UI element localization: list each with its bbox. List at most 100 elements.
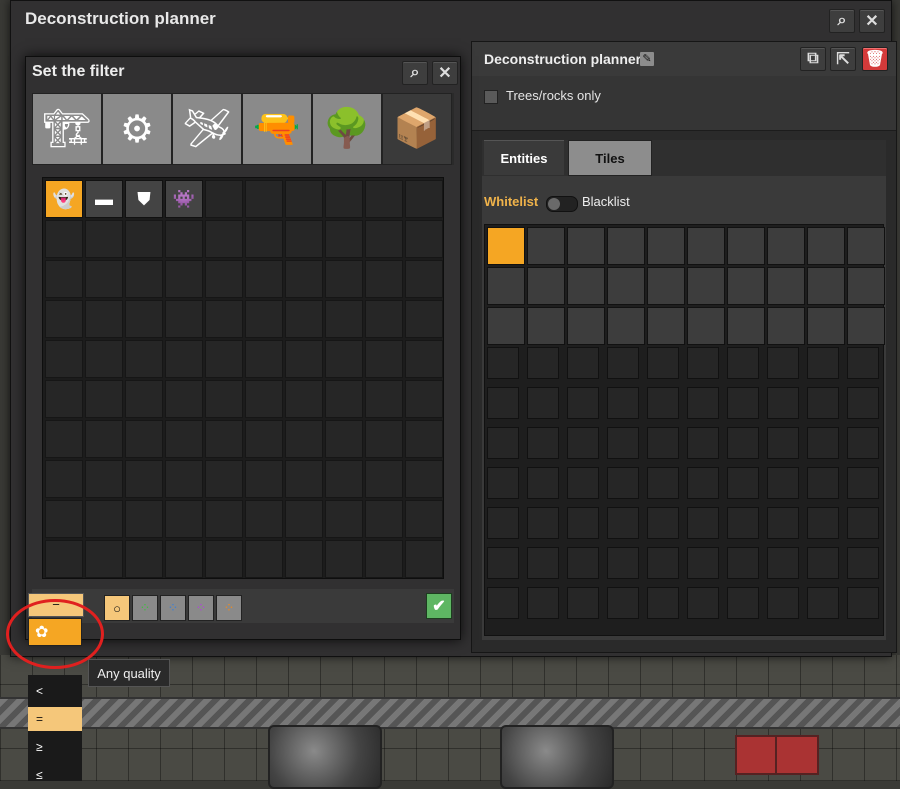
entity-filter-slot[interactable] [567,467,599,499]
entity-filter-slot[interactable] [847,547,879,579]
entity-filter-slot[interactable] [687,507,719,539]
combat-category[interactable]: 🔫 [242,93,312,165]
entity-filter-slot[interactable] [487,267,525,305]
entity-filter-slot[interactable] [807,387,839,419]
entity-filter-slot[interactable] [567,387,599,419]
entity-filter-slot[interactable] [847,347,879,379]
search-icon[interactable]: ⌕ [402,61,428,85]
quality-rare-icon[interactable]: ⁘ [160,595,186,621]
tab-entities[interactable]: Entities [484,140,564,175]
entity-filter-slot[interactable] [647,267,685,305]
entity-filter-slot[interactable] [647,427,679,459]
entity-filter-slot[interactable] [527,507,559,539]
tab-tiles[interactable]: Tiles [568,140,652,176]
unsorted-category[interactable]: 📦 [382,93,452,165]
entity-filter-slot[interactable] [767,347,799,379]
entity-filter-slot[interactable] [607,387,639,419]
entity-filter-slot[interactable] [487,347,519,379]
entity-filter-slot[interactable] [487,227,525,265]
search-icon[interactable]: ⌕ [829,9,855,33]
quality-normal-icon[interactable]: ○ [104,595,130,621]
trash-icon[interactable]: 🗑 [862,47,888,71]
tile-ghost-item[interactable]: 👾 [165,180,203,218]
entity-filter-slot[interactable] [527,267,565,305]
environment-category[interactable]: 🌳 [312,93,382,165]
confirm-button[interactable]: ✔ [426,593,452,619]
entity-filter-slot[interactable] [647,347,679,379]
entity-filter-slot[interactable] [807,267,845,305]
entity-filter-slot[interactable] [807,307,845,345]
item-on-ground[interactable]: ▬ [85,180,123,218]
entity-filter-slot[interactable] [487,507,519,539]
entity-filter-slot[interactable] [487,387,519,419]
entity-filter-slot[interactable] [727,307,765,345]
entity-filter-slot[interactable] [687,267,725,305]
entity-filter-slot[interactable] [767,507,799,539]
comparator-option[interactable]: ≥ [28,735,82,759]
entity-filter-slot[interactable] [727,347,759,379]
quality-uncommon-icon[interactable]: ⁘ [132,595,158,621]
entity-filter-slot[interactable] [527,467,559,499]
entity-filter-slot[interactable] [527,427,559,459]
entity-filter-slot[interactable] [647,547,679,579]
entity-filter-slot[interactable] [647,387,679,419]
entity-filter-slot[interactable] [527,387,559,419]
entity-filter-slot[interactable] [647,227,685,265]
entity-filter-slot[interactable] [527,347,559,379]
entity-filter-slot[interactable] [567,307,605,345]
entity-filter-slot[interactable] [847,307,885,345]
entity-filter-slot[interactable] [807,347,839,379]
entity-filter-slot[interactable] [527,227,565,265]
entity-filter-slot[interactable] [847,587,879,619]
entity-filter-slot[interactable] [687,467,719,499]
entity-filter-slot[interactable] [567,267,605,305]
entity-filter-slot[interactable] [727,267,765,305]
comparator-option[interactable]: ≤ [28,763,82,787]
entity-filter-slot[interactable] [727,467,759,499]
entity-filter-slot[interactable] [607,227,645,265]
entity-filter-slot[interactable] [767,307,805,345]
quality-epic-icon[interactable]: ⁘ [188,595,214,621]
entity-filter-slot[interactable] [727,227,765,265]
entity-filter-slot[interactable] [727,507,759,539]
whitelist-blacklist-toggle[interactable] [546,196,578,212]
entity-filter-slot[interactable] [607,547,639,579]
entity-filter-slot[interactable] [687,427,719,459]
entity-filter-slot[interactable] [687,347,719,379]
comparator-option[interactable]: < [28,679,82,703]
close-icon[interactable]: ✕ [432,61,458,85]
entity-filter-slot[interactable] [487,547,519,579]
entity-filter-slot[interactable] [607,427,639,459]
entity-filter-slot[interactable] [847,467,879,499]
entity-filter-slot[interactable] [687,587,719,619]
entity-filter-slot[interactable] [567,547,599,579]
entity-filter-slot[interactable] [687,227,725,265]
entity-filter-slot[interactable] [487,307,525,345]
entity-filter-slot[interactable] [687,547,719,579]
entity-filter-slot[interactable] [767,467,799,499]
entity-filter-slot[interactable] [767,427,799,459]
entity-filter-slot[interactable] [767,587,799,619]
entity-filter-slot[interactable] [607,507,639,539]
entity-filter-slot[interactable] [767,387,799,419]
entity-filter-slot[interactable] [727,387,759,419]
entity-filter-slot[interactable] [687,307,725,345]
entity-filter-slot[interactable] [767,547,799,579]
entity-filter-slot[interactable] [527,547,559,579]
entity-filter-slot[interactable] [687,387,719,419]
entity-filter-slot[interactable] [647,467,679,499]
close-icon[interactable]: ✕ [859,9,885,33]
entity-filter-slot[interactable] [607,587,639,619]
entity-filter-slot[interactable] [607,267,645,305]
edit-icon[interactable]: ✎ [640,52,654,66]
entity-filter-slot[interactable] [727,547,759,579]
entity-filter-slot[interactable] [567,587,599,619]
entity-filter-slot[interactable] [807,507,839,539]
entity-filter-slot[interactable] [847,507,879,539]
entity-filter-slot[interactable] [767,227,805,265]
intermediate-category[interactable]: 🛩 [172,93,242,165]
copy-icon[interactable]: ⧉ [800,47,826,71]
comparator-option[interactable]: = [28,707,82,731]
entity-filter-slot[interactable] [567,507,599,539]
entity-filter-slot[interactable] [567,347,599,379]
